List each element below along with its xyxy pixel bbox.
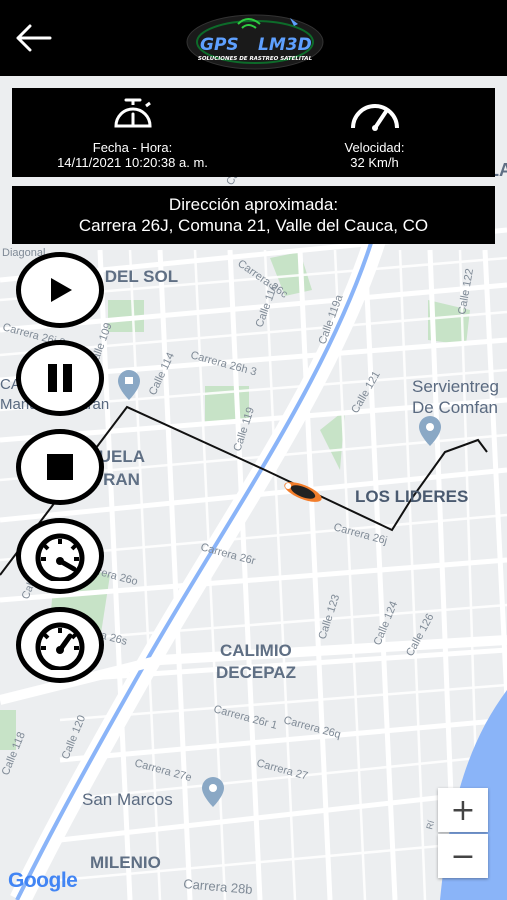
speedometer-icon [349, 96, 401, 137]
stop-icon [47, 454, 73, 480]
speedometer-slow-icon [35, 533, 85, 581]
app-header: GPS LM3D SOLUCIONES DE RASTREO SATELITAL [0, 0, 507, 76]
zoom-out-button[interactable]: − [438, 834, 488, 878]
app-logo: GPS LM3D SOLUCIONES DE RASTREO SATELITAL [186, 10, 324, 70]
speed-value: 32 Km/h [350, 155, 399, 170]
place-label: De Comfan [412, 398, 498, 417]
google-logo[interactable]: Google [8, 869, 78, 893]
logo-tagline: SOLUCIONES DE RASTREO SATELITAL [198, 56, 313, 62]
datetime-section: Fecha - Hora: 14/11/2021 10:20:38 a. m. [12, 88, 253, 177]
stop-button[interactable] [16, 429, 104, 505]
speed-down-button[interactable] [16, 518, 104, 594]
speed-label: Velocidad: [344, 140, 405, 155]
address-value: Carrera 26J, Comuna 21, Valle del Cauca,… [78, 216, 429, 235]
place-label: DECEPAZ [216, 663, 296, 682]
place-label: MILENIO [90, 853, 161, 872]
logo-text-sub: LM3D [258, 35, 312, 55]
pause-icon [48, 364, 72, 392]
datetime-label: Fecha - Hora: [92, 140, 173, 155]
speed-section: Velocidad: 32 Km/h [254, 88, 495, 177]
datetime-value: 14/11/2021 10:20:38 a. m. [57, 155, 208, 170]
google-attribution: Google [8, 869, 78, 892]
zoom-in-icon: + [450, 792, 476, 828]
address-panel: Dirección aproximada: Carrera 26J, Comun… [12, 186, 495, 244]
logo-text-main: GPS [200, 35, 239, 55]
pause-button[interactable] [16, 340, 104, 416]
speed-up-button[interactable] [16, 607, 104, 683]
back-button[interactable] [10, 18, 56, 58]
place-label: CALIMIO [220, 641, 292, 660]
place-label: Servientreg [412, 377, 499, 396]
play-icon [51, 278, 72, 302]
play-button[interactable] [16, 252, 104, 328]
back-arrow-icon [16, 24, 52, 52]
tracking-info-panel: Fecha - Hora: 14/11/2021 10:20:38 a. m. … [12, 88, 495, 177]
stopwatch-icon [110, 96, 156, 137]
zoom-out-icon: − [450, 838, 476, 874]
place-label: San Marcos [82, 790, 173, 809]
zoom-in-button[interactable]: + [438, 788, 488, 832]
place-label: LOS LIDERES [355, 487, 468, 506]
address-label: Dirección aproximada: [168, 195, 339, 214]
speedometer-fast-icon [35, 622, 85, 670]
